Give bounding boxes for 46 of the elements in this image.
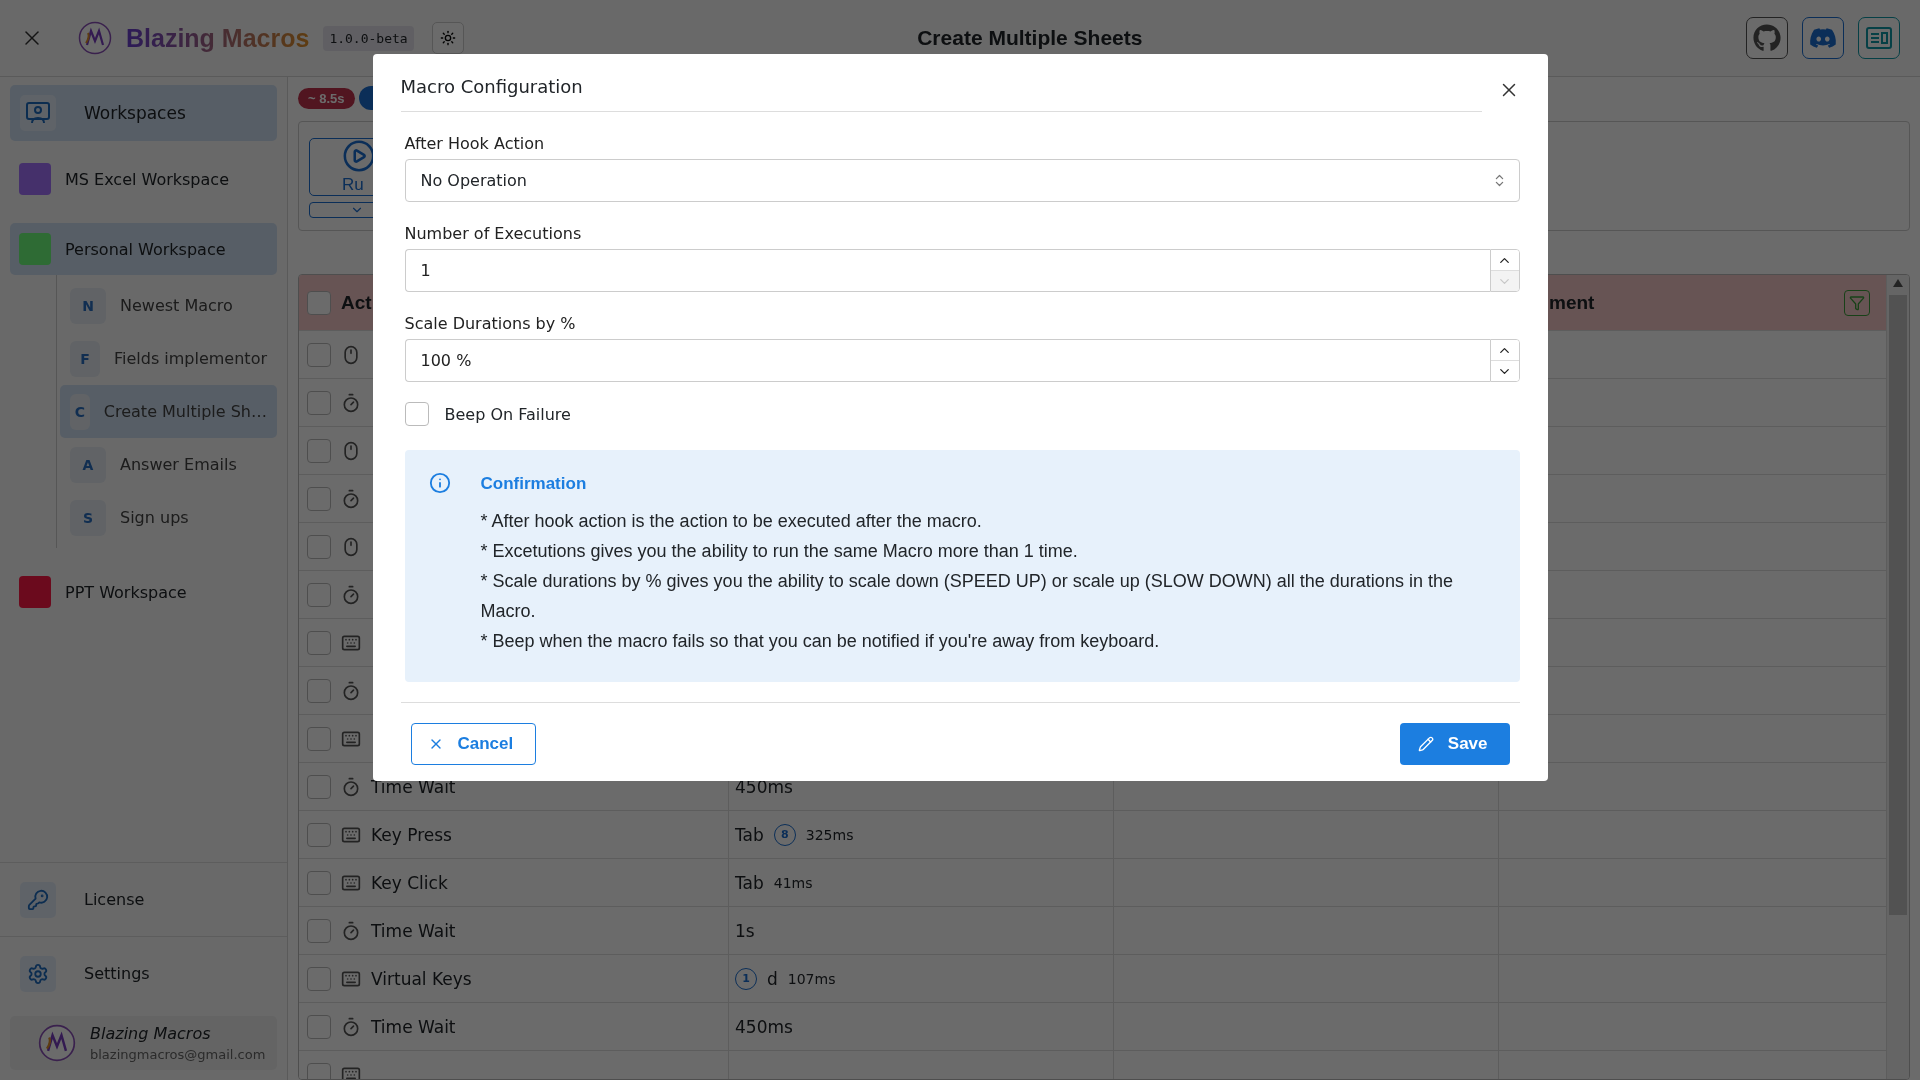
value-text: 1s bbox=[735, 920, 755, 941]
macro-item[interactable]: S Sign ups bbox=[60, 491, 277, 544]
select-field[interactable]: No Operation bbox=[404, 159, 1520, 202]
action-name: Time Wait bbox=[371, 1016, 456, 1037]
duration-text: 41ms bbox=[773, 874, 813, 891]
alert-text: * Scale durations by % gives you the ability to scale down (SPEED UP) or scale up (SLOW DOWN) all the durations in the Macro. bbox=[480, 570, 1454, 623]
action-name: Virtual Keys bbox=[371, 968, 472, 989]
value-text: Tab bbox=[735, 872, 764, 893]
user-name: Blazing Macros bbox=[90, 1024, 212, 1043]
column-header: Act bbox=[341, 291, 372, 314]
workspace-item[interactable]: Personal Workspace bbox=[10, 223, 277, 275]
workspace-item[interactable]: MS Excel Workspace bbox=[10, 153, 277, 205]
macro-item[interactable]: F Fields implementor bbox=[60, 332, 277, 385]
workspace-item[interactable]: PPT Workspace bbox=[10, 566, 277, 618]
number-field[interactable]: 100 % bbox=[404, 339, 1490, 382]
duration-badge: ~ 8.5s bbox=[298, 87, 355, 109]
duration-text: 107ms bbox=[787, 970, 836, 987]
macro-item[interactable]: C Create Multiple Sh… bbox=[60, 385, 277, 438]
value-text: Tab bbox=[735, 824, 764, 845]
macro-item[interactable]: N Newest Macro bbox=[60, 279, 277, 332]
checkbox-label: Beep On Failure bbox=[444, 404, 571, 424]
version-badge: 1.0.0-beta bbox=[323, 25, 414, 51]
license-item[interactable]: License bbox=[0, 862, 287, 936]
save-button[interactable]: Save bbox=[1399, 723, 1510, 765]
macro-item[interactable]: A Answer Emails bbox=[60, 438, 277, 491]
alert-text: * Beep when the macro fails so that you can be notified if you're away from keyboard. bbox=[480, 630, 1161, 653]
page-title: Create Multiple Sheets bbox=[916, 26, 1144, 50]
value-text: d bbox=[767, 968, 778, 989]
field-label: Scale Durations by % bbox=[404, 314, 577, 333]
settings-item[interactable]: Settings bbox=[0, 936, 287, 1010]
action-name: Key Click bbox=[371, 872, 448, 893]
duration-text: 325ms bbox=[805, 826, 854, 843]
number-field[interactable]: 1 bbox=[404, 249, 1490, 292]
alert-title: Confirmation bbox=[480, 473, 588, 494]
workspaces-item[interactable]: Workspaces bbox=[10, 85, 277, 141]
cancel-button[interactable]: Cancel bbox=[410, 723, 537, 765]
user-email: blazingmacros@gmail.com bbox=[90, 1047, 266, 1062]
field-label: Number of Executions bbox=[404, 224, 583, 243]
alert-text: * After hook action is the action to be executed after the macro. bbox=[480, 510, 983, 533]
alert-text: * Excetutions gives you the ability to run the same Macro more than 1 time. bbox=[480, 540, 1079, 563]
action-name: Key Press bbox=[371, 824, 452, 845]
dialog-title: Macro Configuration bbox=[400, 68, 1482, 112]
action-name: Time Wait bbox=[371, 776, 456, 797]
action-name: Time Wait bbox=[371, 920, 456, 941]
column-header: ment bbox=[1549, 291, 1595, 314]
value-text: 450ms bbox=[735, 1016, 793, 1037]
